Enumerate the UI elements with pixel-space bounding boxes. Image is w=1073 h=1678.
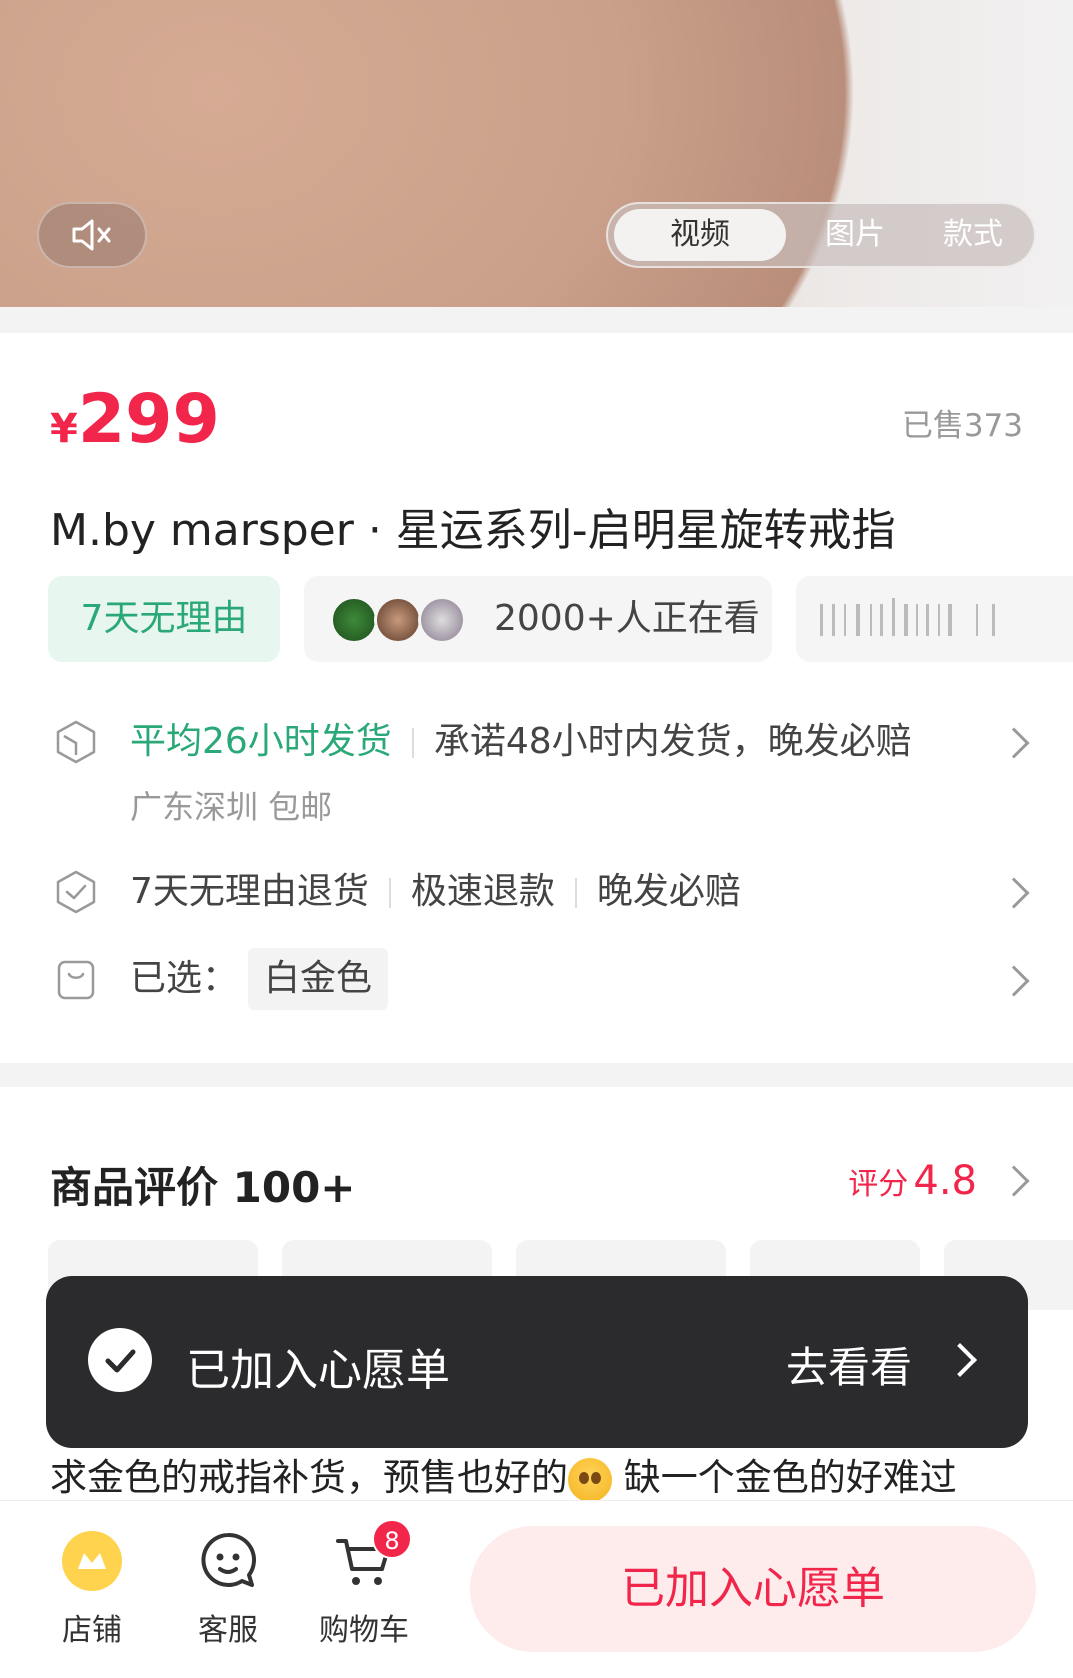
- toast-view-link[interactable]: 去看看: [786, 1334, 912, 1395]
- cart-icon: 8: [332, 1519, 412, 1593]
- viewers-text: 2000+人正在看: [494, 598, 760, 639]
- chevron-right-icon: [998, 965, 1030, 997]
- review-text: 求金色的戒指补货，预售也好的: [50, 1456, 568, 1499]
- review-preview: 求金色的戒指补货，预售也好的 缺一个金色的好难过: [50, 1447, 957, 1502]
- cart-count-badge: 8: [372, 1519, 412, 1559]
- package-icon: [56, 720, 96, 764]
- shipping-row[interactable]: 平均26小时发货 承诺48小时内发货，晚发必赔: [0, 712, 1073, 772]
- store-icon: [60, 1529, 124, 1593]
- chevron-right-icon[interactable]: [943, 1343, 977, 1377]
- return-item: 晚发必赔: [596, 871, 741, 912]
- review-text: 缺一个金色的好难过: [612, 1456, 957, 1499]
- score-label: 评分: [848, 1167, 909, 1202]
- store-button[interactable]: 店铺: [32, 1529, 152, 1649]
- selected-label: 已选：: [130, 958, 239, 999]
- store-label: 店铺: [62, 1613, 122, 1648]
- customer-service-label: 客服: [198, 1613, 258, 1648]
- return-row[interactable]: 7天无理由退货 极速退款 晚发必赔: [0, 862, 1073, 922]
- selected-variant-row[interactable]: 已选： 白金色: [0, 948, 1073, 1012]
- return-item: 7天无理由退货: [130, 871, 369, 912]
- tab-styles[interactable]: 款式: [918, 204, 1028, 266]
- currency-symbol: ¥: [50, 406, 78, 452]
- shipping-average: 平均26小时发货: [130, 721, 392, 762]
- shipping-origin: 广东深圳 包邮: [130, 788, 333, 826]
- toast-message: 已加入心愿单: [186, 1345, 450, 1396]
- product-title: M.by marsper · 星运系列-启明星旋转戒指: [50, 505, 896, 556]
- tab-video[interactable]: 视频: [614, 209, 786, 261]
- check-circle-icon: [88, 1328, 152, 1392]
- chevron-right-icon[interactable]: [998, 1165, 1030, 1197]
- customer-service-button[interactable]: 客服: [168, 1529, 288, 1649]
- product-media[interactable]: 视频 图片 款式: [0, 0, 1073, 307]
- selected-variant-chip: 白金色: [248, 948, 389, 1010]
- barcode-tag[interactable]: [796, 576, 1073, 662]
- review-score[interactable]: 评分 4.8: [848, 1158, 977, 1204]
- viewers-tag[interactable]: 2000+人正在看: [304, 576, 772, 662]
- bottom-action-bar: 店铺 客服 8 购物车 已加入心愿单: [0, 1500, 1073, 1678]
- media-tab-switcher: 视频 图片 款式: [606, 202, 1036, 268]
- mute-button[interactable]: [37, 202, 147, 268]
- avatar: [374, 596, 422, 644]
- pleading-face-icon: [568, 1457, 612, 1502]
- chevron-right-icon: [998, 877, 1030, 909]
- cart-label: 购物车: [319, 1613, 409, 1648]
- reviews-title: 商品评价 100+: [50, 1163, 356, 1212]
- sold-count: 已售373: [901, 408, 1023, 444]
- bag-icon: [57, 960, 95, 1000]
- wishlist-added-button[interactable]: 已加入心愿单: [470, 1526, 1036, 1652]
- avatar: [330, 596, 378, 644]
- wishlist-toast: 已加入心愿单 去看看: [46, 1276, 1028, 1448]
- divider: [0, 307, 1073, 333]
- chevron-right-icon: [998, 727, 1030, 759]
- price: ¥299: [50, 380, 220, 459]
- divider: [0, 1063, 1073, 1087]
- speaker-muted-icon: [72, 219, 111, 251]
- shipping-promise: 承诺48小时内发货，晚发必赔: [433, 721, 912, 762]
- cart-button[interactable]: 8 购物车: [304, 1519, 424, 1649]
- tab-images[interactable]: 图片: [800, 204, 910, 266]
- return-item: 极速退款: [410, 871, 555, 912]
- return-policy-tag[interactable]: 7天无理由: [48, 576, 280, 662]
- score-value: 4.8: [913, 1158, 977, 1204]
- chat-face-icon: [196, 1529, 260, 1593]
- shield-check-icon: [56, 870, 96, 914]
- barcode-icon: [820, 598, 995, 636]
- price-value: 299: [77, 380, 220, 459]
- avatar: [418, 596, 466, 644]
